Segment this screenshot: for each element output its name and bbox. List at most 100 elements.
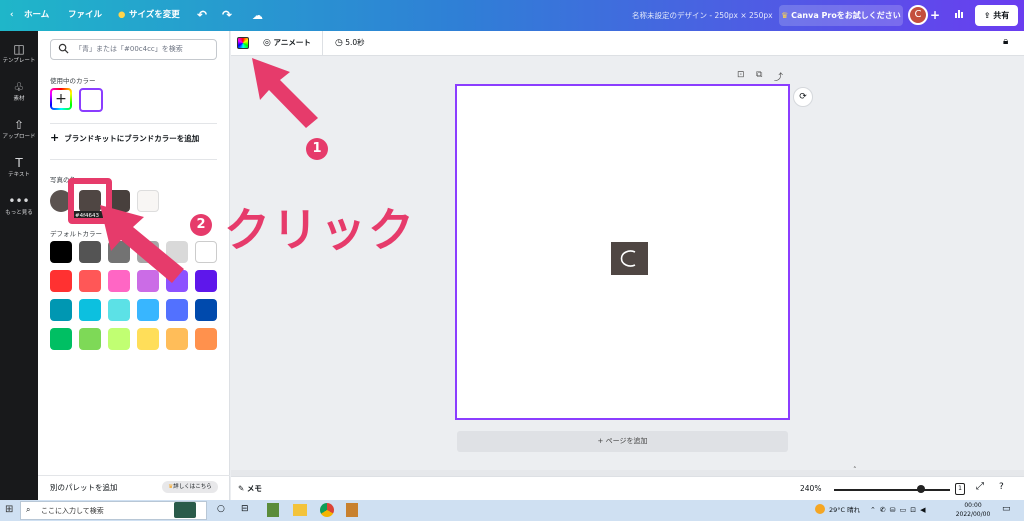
default-color-swatch[interactable] [195,270,217,292]
sidebar-item-text[interactable]: T テキスト [0,151,38,187]
default-color-swatch[interactable] [166,328,188,350]
chevron-up-icon[interactable]: ˄ [853,466,857,474]
default-color-swatch[interactable] [50,241,72,263]
default-color-swatch[interactable] [50,270,72,292]
crown-icon: ● [118,10,126,20]
step-2-badge: 2 [190,214,212,236]
default-color-swatch[interactable] [50,328,72,350]
default-color-swatch[interactable] [79,241,101,263]
task-switch-icon[interactable]: ⊟ [241,504,249,514]
try-pro-button[interactable]: ♛ Canva Proをお試しください [779,5,903,26]
notes-button[interactable]: ✎ メモ [238,477,262,501]
arrow-annotation-2 [100,205,184,283]
default-color-swatch[interactable] [50,299,72,321]
learn-more-label: 詳しくはこちら [173,484,212,490]
text-color-button[interactable] [237,37,249,49]
add-brand-label: ブランドキットにブランドカラーを追加 [64,134,200,143]
add-member-icon[interactable]: + [930,0,940,31]
default-color-swatch[interactable] [108,299,130,321]
default-colors-heading: デフォルトカラー [50,230,102,238]
default-color-swatch[interactable] [137,328,159,350]
search-placeholder: 「青」または「#00c4cc」を検索 [75,45,183,53]
sidebar-item-label: テキスト [8,172,30,178]
share-label: 共有 [993,11,1010,20]
default-color-swatch[interactable] [166,299,188,321]
refresh-comment-icon[interactable]: ⟳ [793,87,813,107]
color-search-input[interactable]: 「青」または「#00c4cc」を検索 [50,39,217,60]
elements-icon: ♧ [13,80,25,94]
zoom-slider[interactable] [834,489,950,491]
sidebar-item-more[interactable]: ••• もっと見る [0,189,38,225]
sidebar-item-uploads[interactable]: ⇧ アップロード [0,113,38,149]
add-page-icon[interactable]: ⤴ [774,70,783,83]
fullscreen-icon[interactable]: ⤢ [976,481,984,492]
plus-icon: + [50,131,60,144]
lock-page-icon[interactable]: ⊡ [737,70,745,80]
divider [50,159,217,160]
plus-icon: + [52,90,70,108]
undo-icon[interactable]: ↶ [197,0,207,31]
duration-button[interactable]: ◷ 5.0秒 [335,31,365,55]
lock-icon[interactable]: 🔒︎ [1003,36,1008,47]
windows-taskbar: ⊞ ⌕ ここに入力して検索 ○ ⊟ 29°C 晴れ ⌃✆⛁▭⊡◀ 00:00 2… [0,500,1024,521]
document-title[interactable]: 名称未設定のデザイン - 250px × 250px [632,0,773,31]
sidebar-item-label: 素材 [13,96,25,102]
notification-icon[interactable]: ▭ [1002,504,1011,514]
add-palette-label: 別のパレットを追加 [50,483,118,492]
duplicate-page-icon[interactable]: ⧉ [756,70,762,80]
system-tray-icons[interactable]: ⌃✆⛁▭⊡◀ [870,500,929,521]
app-icon-2[interactable] [346,503,358,517]
default-color-swatch[interactable] [79,328,101,350]
zoom-slider-handle[interactable] [917,485,925,493]
share-button[interactable]: ⇪ 共有 [975,5,1018,26]
default-color-swatch[interactable] [79,270,101,292]
widget-icon[interactable] [174,502,196,518]
insights-icon[interactable] [954,0,964,31]
clock-time: 00:00 [964,502,982,509]
redo-icon[interactable]: ↷ [222,0,232,31]
add-page-button[interactable]: + ページを追加 [457,431,788,452]
logo-element[interactable] [611,242,648,275]
add-color-button[interactable]: + [50,88,72,110]
folder-icon[interactable] [293,504,307,516]
home-button[interactable]: ホーム [24,0,49,31]
file-menu-button[interactable]: ファイル [68,0,102,31]
help-icon[interactable]: ? [999,482,1004,492]
search-icon: ⌕ [26,505,31,514]
chrome-icon[interactable] [320,503,334,517]
clock-icon: ◷ [335,38,343,48]
sidebar-item-templates[interactable]: ◫ テンプレート [0,37,38,73]
try-pro-label: Canva Proをお試しください [791,11,901,20]
windows-start-icon[interactable]: ⊞ [5,504,13,515]
crown-icon: ♛ [781,11,789,20]
panel-footer: 別のパレットを追加 ♛詳しくはこちら [38,475,230,500]
sidebar-item-label: テンプレート [2,58,36,64]
notes-label: メモ [246,484,262,493]
resize-button[interactable]: サイズを変更 [129,0,180,31]
cloud-save-icon: ☁ [252,9,263,22]
default-color-swatch[interactable] [195,299,217,321]
default-color-swatch[interactable] [79,299,101,321]
app-icon-1[interactable] [267,503,279,517]
avatar[interactable]: C [908,5,928,25]
page-count[interactable]: 1 [955,483,965,495]
default-color-swatch[interactable] [195,328,217,350]
learn-more-badge[interactable]: ♛詳しくはこちら [162,481,218,493]
used-color-swatch[interactable] [79,88,103,112]
back-chevron-icon[interactable]: ‹ [10,0,14,31]
share-icon: ⇪ [983,11,991,20]
click-annotation-text: クリック [224,203,416,257]
default-color-swatch[interactable] [108,328,130,350]
search-icon [58,43,69,56]
zoom-value[interactable]: 240% [800,477,821,501]
sidebar-item-elements[interactable]: ♧ 素材 [0,75,38,111]
add-brand-color-button[interactable]: + ブランドキットにブランドカラーを追加 [50,131,199,145]
default-color-swatch[interactable] [195,241,217,263]
divider [322,31,323,55]
editor-toolbar: ◎ アニメート ◷ 5.0秒 🔒︎ [231,31,1024,56]
step-1-badge: 1 [306,138,328,160]
task-view-icon[interactable]: ○ [217,504,225,514]
animate-button[interactable]: ◎ アニメート [263,31,311,55]
animate-icon: ◎ [263,38,271,48]
default-color-swatch[interactable] [137,299,159,321]
